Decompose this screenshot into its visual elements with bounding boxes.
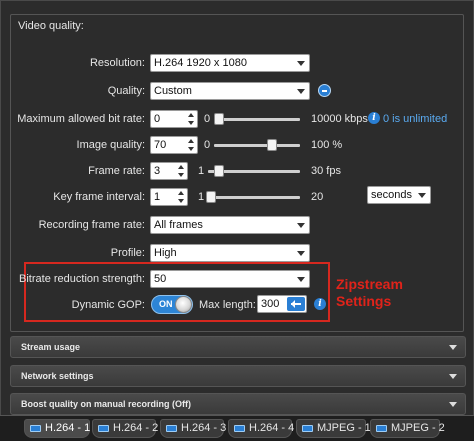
collapse-minus-icon[interactable] [318, 84, 331, 97]
stream-icon [166, 425, 177, 432]
resolution-select[interactable]: H.264 1920 x 1080 [150, 54, 310, 72]
dynamic-gop-toggle[interactable]: ON [151, 295, 193, 314]
key-frame-unit-select[interactable]: seconds [367, 186, 431, 204]
tab-label: MJPEG - 1 [317, 422, 371, 434]
chevron-down-icon [418, 193, 426, 198]
bitrate-input[interactable]: 0 [150, 110, 198, 128]
bitrate-value: 0 [154, 113, 161, 125]
resolution-value: H.264 1920 x 1080 [154, 57, 247, 69]
image-quality-value: 70 [154, 139, 167, 151]
tab-label: H.264 - 3 [181, 422, 227, 434]
image-quality-spinner[interactable] [187, 138, 196, 152]
quality-select[interactable]: Custom [150, 82, 310, 100]
stream-icon [30, 425, 41, 432]
stream-icon [98, 425, 109, 432]
image-quality-max: 100 % [311, 139, 343, 151]
chevron-down-icon [297, 251, 305, 256]
key-frame-slider-track[interactable] [206, 196, 300, 199]
bitrate-reduction-value: 50 [154, 273, 167, 285]
max-length-value: 300 [261, 298, 280, 310]
bitrate-reduction-select[interactable]: 50 [150, 270, 310, 288]
profile-select[interactable]: High [150, 244, 310, 262]
tab-h264-3[interactable]: H.264 - 3 [160, 419, 227, 438]
key-frame-min: 1 [198, 191, 205, 203]
key-frame-unit-value: seconds [371, 189, 412, 201]
tab-label: MJPEG - 2 [391, 422, 445, 434]
toggle-on-text: ON [159, 299, 173, 309]
tab-mjpeg-2[interactable]: MJPEG - 2 [370, 419, 445, 438]
resolution-label: Resolution: [89, 57, 145, 69]
section-label: Boost quality on manual recording (Off) [21, 399, 192, 409]
chevron-down-icon [449, 402, 457, 407]
dynamic-gop-label: Dynamic GOP: [71, 299, 145, 311]
max-length-input[interactable]: 300 [257, 295, 307, 313]
section-boost-quality[interactable]: Boost quality on manual recording (Off) [10, 393, 466, 415]
bitrate-max: 10000 kbps [311, 113, 368, 125]
section-stream-usage[interactable]: Stream usage [10, 336, 466, 358]
chevron-down-icon [297, 277, 305, 282]
key-frame-spinner[interactable] [177, 190, 186, 204]
key-frame-input[interactable]: 1 [150, 188, 188, 206]
recording-frame-rate-label: Recording frame rate: [38, 219, 145, 231]
chevron-down-icon [297, 223, 305, 228]
recording-frame-rate-select[interactable]: All frames [150, 216, 310, 234]
bitrate-slider-thumb[interactable] [214, 113, 224, 125]
recording-frame-rate-value: All frames [154, 219, 203, 231]
frame-rate-slider-thumb[interactable] [213, 165, 224, 177]
stream-icon [376, 425, 387, 432]
bitrate-min: 0 [204, 113, 211, 125]
quality-value: Custom [154, 85, 192, 97]
image-quality-min: 0 [204, 139, 211, 151]
frame-rate-max: 30 fps [311, 165, 341, 177]
frame-rate-value: 3 [154, 165, 161, 177]
chevron-down-icon [449, 374, 457, 379]
zipstream-annotation-line2: Settings [336, 293, 392, 309]
info-icon[interactable]: i [368, 112, 380, 124]
key-frame-slider-thumb[interactable] [206, 191, 216, 203]
tab-label: H.264 - 4 [249, 422, 295, 434]
section-network-settings[interactable]: Network settings [10, 365, 466, 387]
unlimited-hint: 0 is unlimited [383, 113, 448, 125]
tab-h264-4[interactable]: H.264 - 4 [228, 419, 295, 438]
image-quality-label: Image quality: [76, 139, 145, 151]
image-quality-input[interactable]: 70 [150, 136, 198, 154]
stream-icon [234, 425, 245, 432]
image-quality-slider-thumb[interactable] [267, 139, 278, 151]
key-frame-label: Key frame interval: [53, 191, 145, 203]
frame-rate-spinner[interactable] [177, 164, 186, 178]
toggle-knob [175, 296, 192, 313]
max-length-label: Max length: [199, 299, 256, 311]
arrow-left-icon[interactable] [287, 297, 305, 311]
zipstream-annotation-line1: Zipstream [336, 276, 403, 292]
quality-label: Quality: [107, 85, 145, 97]
chevron-down-icon [449, 345, 457, 350]
section-label: Stream usage [21, 342, 81, 352]
video-quality-title: Video quality: [18, 20, 84, 32]
tab-label: H.264 - 2 [113, 422, 159, 434]
tab-h264-1[interactable]: H.264 - 1 [24, 419, 90, 438]
section-label: Network settings [21, 371, 94, 381]
chevron-down-icon [297, 89, 305, 94]
frame-rate-min: 1 [198, 165, 205, 177]
bitrate-reduction-label: Bitrate reduction strength: [19, 273, 145, 285]
tab-mjpeg-1[interactable]: MJPEG - 1 [296, 419, 371, 438]
bitrate-label: Maximum allowed bit rate: [17, 113, 145, 125]
tab-label: H.264 - 1 [45, 422, 91, 434]
frame-rate-input[interactable]: 3 [150, 162, 188, 180]
bitrate-slider-track[interactable] [214, 118, 300, 121]
profile-value: High [154, 247, 177, 259]
tab-h264-2[interactable]: H.264 - 2 [92, 419, 159, 438]
frame-rate-label: Frame rate: [88, 165, 145, 177]
chevron-down-icon [297, 61, 305, 66]
key-frame-value: 1 [154, 191, 161, 203]
stream-icon [302, 425, 313, 432]
info-icon[interactable]: i [314, 298, 326, 310]
stream-tab-bar: H.264 - 1 H.264 - 2 H.264 - 3 H.264 - 4 … [0, 415, 474, 441]
key-frame-max: 20 [311, 191, 324, 203]
bitrate-spinner[interactable] [187, 112, 196, 126]
profile-label: Profile: [110, 247, 145, 259]
image-quality-slider-track[interactable] [214, 144, 300, 147]
